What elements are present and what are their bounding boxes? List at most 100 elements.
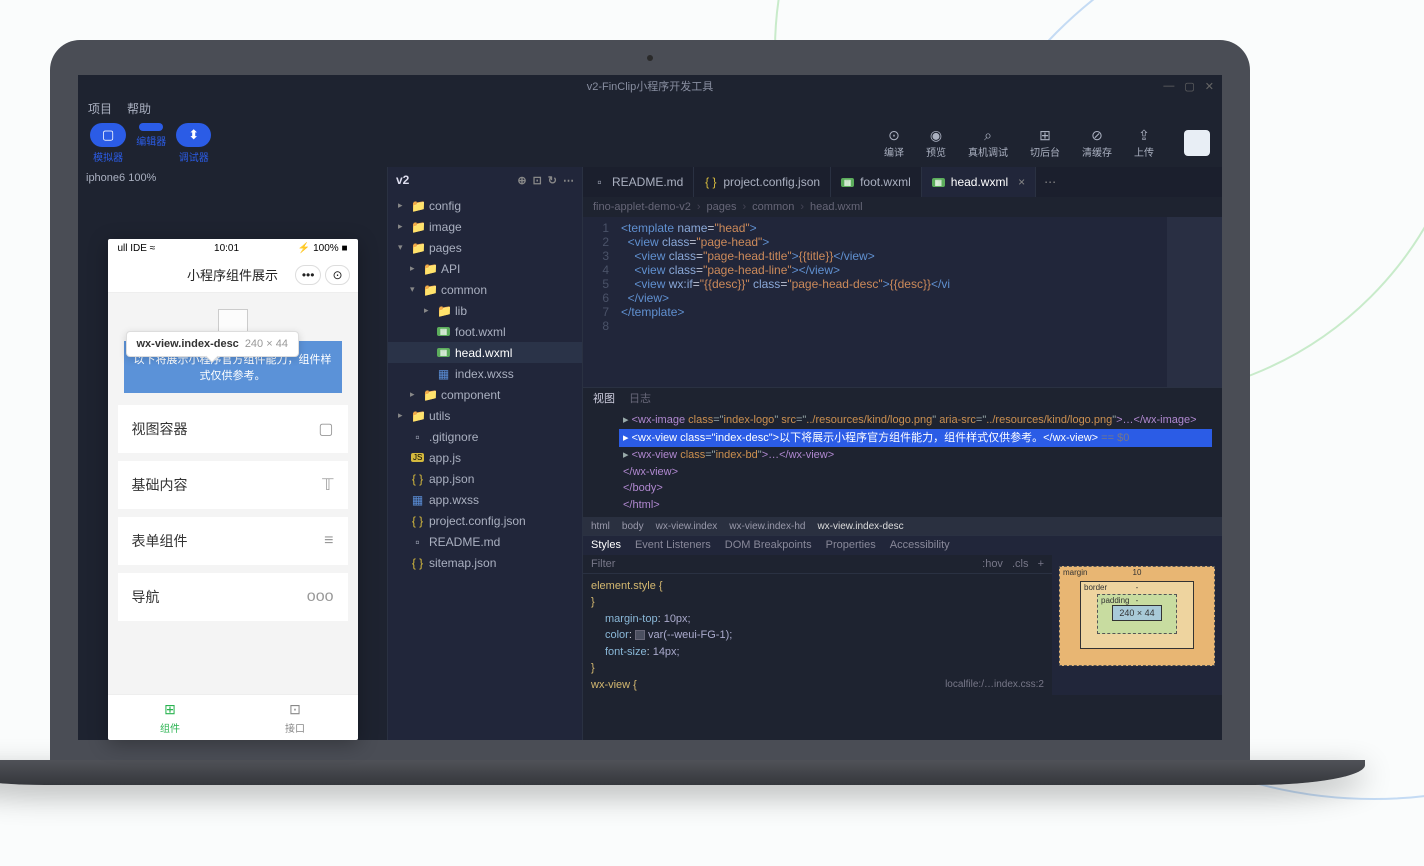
- editor-tab[interactable]: ▫README.md: [583, 167, 694, 197]
- breadcrumb-item[interactable]: head.wxml: [810, 201, 863, 213]
- file-item[interactable]: ▦foot.wxml: [388, 321, 582, 342]
- menu-item[interactable]: 帮助: [127, 100, 151, 117]
- path-item[interactable]: wx-view.index-desc: [817, 521, 903, 532]
- panel-tab[interactable]: 日志: [629, 390, 651, 406]
- phone-navbar: 小程序组件展示 ••• ⊙: [108, 257, 358, 293]
- toolbar-action[interactable]: ⊙编译: [884, 128, 904, 159]
- editor-panel: ▫README.md{ }project.config.json▦foot.wx…: [583, 167, 1222, 740]
- path-item[interactable]: wx-view.index-hd: [729, 521, 805, 532]
- explorer-action-icon[interactable]: ⊕: [517, 174, 526, 187]
- file-tree[interactable]: ▸📁config▸📁image▾📁pages▸📁API▾📁common▸📁lib…: [388, 193, 582, 575]
- editor-tabs: ▫README.md{ }project.config.json▦foot.wx…: [583, 167, 1222, 197]
- file-item[interactable]: ▦app.wxss: [388, 489, 582, 510]
- folder-item[interactable]: ▸📁component: [388, 384, 582, 405]
- styles-tab[interactable]: DOM Breakpoints: [725, 539, 812, 551]
- code-editor[interactable]: 1<template name="head">2 <view class="pa…: [583, 217, 1222, 387]
- list-item[interactable]: 表单组件≡: [118, 517, 348, 565]
- file-item[interactable]: ▦index.wxss: [388, 363, 582, 384]
- file-item[interactable]: ▫README.md: [388, 531, 582, 552]
- editor-tab[interactable]: ▦foot.wxml: [831, 167, 922, 197]
- phone-body[interactable]: wx-view.index-desc240 × 44 以下将展示小程序官方组件能…: [108, 293, 358, 694]
- window-controls[interactable]: — ▢ ✕: [1163, 80, 1214, 93]
- device-label: iphone6 100%: [78, 167, 387, 189]
- element-path[interactable]: html body wx-view.index wx-view.index-hd wx-…: [583, 517, 1222, 535]
- tabbar-item[interactable]: ⊞组件: [108, 695, 233, 740]
- path-item[interactable]: body: [622, 521, 644, 532]
- styles-tab[interactable]: Accessibility: [890, 539, 950, 551]
- folder-item[interactable]: ▸📁API: [388, 258, 582, 279]
- explorer-action-icon[interactable]: ⊡: [533, 174, 542, 187]
- dom-inspector: 视图日志 ▸ <wx-image class="index-logo" src=…: [583, 387, 1222, 535]
- file-item[interactable]: JSapp.js: [388, 447, 582, 468]
- logo-placeholder: [218, 309, 248, 333]
- project-name: v2: [396, 173, 409, 187]
- simulator-panel: iphone6 100% ull IDE ≈ 10:01 ⚡ 100% ■ 小程…: [78, 167, 388, 740]
- explorer-action-icon[interactable]: ⋯: [563, 174, 574, 187]
- breadcrumb-item[interactable]: fino-applet-demo-v2: [593, 201, 691, 213]
- folder-item[interactable]: ▸📁image: [388, 216, 582, 237]
- phone-statusbar: ull IDE ≈ 10:01 ⚡ 100% ■: [108, 239, 358, 257]
- menu-item[interactable]: 项目: [88, 100, 112, 117]
- laptop-frame: v2-FinClip小程序开发工具 — ▢ ✕ 项目帮助 ▢模拟器编辑器⬍调试器…: [50, 40, 1250, 785]
- toolbar-pill[interactable]: 编辑器: [136, 123, 166, 164]
- folder-item[interactable]: ▾📁common: [388, 279, 582, 300]
- breadcrumb-item[interactable]: common: [752, 201, 794, 213]
- toolbar-action[interactable]: ⊘清缓存: [1082, 128, 1112, 159]
- close-icon[interactable]: ✕: [1205, 80, 1214, 93]
- tabs-more[interactable]: ⋯: [1036, 167, 1064, 197]
- tabbar-item[interactable]: ⊡接口: [233, 695, 358, 740]
- phone-simulator[interactable]: ull IDE ≈ 10:01 ⚡ 100% ■ 小程序组件展示 ••• ⊙: [108, 239, 358, 740]
- list-item[interactable]: 基础内容𝕋: [118, 461, 348, 509]
- box-model[interactable]: margin 10 border - padding - 240 × 44: [1052, 536, 1222, 695]
- avatar[interactable]: [1184, 130, 1210, 156]
- min-icon[interactable]: —: [1163, 80, 1174, 93]
- editor-tab[interactable]: { }project.config.json: [694, 167, 831, 197]
- minimap[interactable]: [1167, 217, 1222, 387]
- toolbar-pill[interactable]: ▢模拟器: [90, 123, 126, 164]
- add-rule[interactable]: +: [1038, 558, 1044, 570]
- toolbar-action[interactable]: ⇪上传: [1134, 128, 1154, 159]
- folder-item[interactable]: ▸📁config: [388, 195, 582, 216]
- file-item[interactable]: ▦head.wxml: [388, 342, 582, 363]
- folder-item[interactable]: ▸📁utils: [388, 405, 582, 426]
- toolbar-action[interactable]: ⊞切后台: [1030, 128, 1060, 159]
- folder-item[interactable]: ▸📁lib: [388, 300, 582, 321]
- toolbar: ▢模拟器编辑器 ⬍调试器 ⊙编译 ◉预览 ⌕真机调试 ⊞切后台 ⊘清缓存 ⇪上传: [78, 119, 1222, 167]
- folder-item[interactable]: ▾📁pages: [388, 237, 582, 258]
- path-item[interactable]: html: [591, 521, 610, 532]
- max-icon[interactable]: ▢: [1184, 80, 1194, 93]
- main-area: iphone6 100% ull IDE ≈ 10:01 ⚡ 100% ■ 小程…: [78, 167, 1222, 740]
- file-item[interactable]: { }project.config.json: [388, 510, 582, 531]
- breadcrumb-item[interactable]: pages: [707, 201, 737, 213]
- file-item[interactable]: { }app.json: [388, 468, 582, 489]
- capsule-menu[interactable]: •••: [295, 265, 322, 285]
- styles-tab[interactable]: Event Listeners: [635, 539, 711, 551]
- explorer-header: v2 ⊕ ⊡ ↻ ⋯: [388, 167, 582, 193]
- filter-input[interactable]: Filter: [591, 558, 615, 570]
- styles-panel: Styles Event Listeners DOM Breakpoints Prop…: [583, 535, 1222, 695]
- css-rules[interactable]: element.style {}</span><span class="sel"…: [583, 574, 1052, 695]
- list-item[interactable]: 视图容器▢: [118, 405, 348, 453]
- nav-title: 小程序组件展示: [187, 265, 278, 284]
- styles-tab[interactable]: Styles: [591, 539, 621, 551]
- explorer-action-icon[interactable]: ↻: [548, 174, 557, 187]
- capsule-close[interactable]: ⊙: [325, 265, 349, 285]
- dom-tree[interactable]: ▸ <wx-image class="index-logo" src="../r…: [583, 408, 1222, 517]
- cls-toggle[interactable]: .cls: [1012, 558, 1029, 570]
- file-item[interactable]: ▫.gitignore: [388, 426, 582, 447]
- toolbar-pill[interactable]: ⬍调试器: [176, 123, 211, 164]
- toolbar-action[interactable]: ◉预览: [926, 128, 946, 159]
- list-item[interactable]: 导航ooo: [118, 573, 348, 621]
- file-item[interactable]: { }sitemap.json: [388, 552, 582, 573]
- inspector-tooltip: wx-view.index-desc240 × 44: [126, 331, 299, 357]
- path-item[interactable]: wx-view.index: [656, 521, 718, 532]
- toolbar-action[interactable]: ⌕真机调试: [968, 128, 1008, 159]
- hov-toggle[interactable]: :hov: [982, 558, 1003, 570]
- phone-tabbar: ⊞组件⊡接口: [108, 694, 358, 740]
- editor-tab[interactable]: ▦head.wxml×: [922, 167, 1036, 197]
- panel-tab[interactable]: 视图: [593, 390, 615, 406]
- styles-tab[interactable]: Properties: [826, 539, 876, 551]
- breadcrumbs[interactable]: fino-applet-demo-v2›pages›common›head.wx…: [583, 197, 1222, 217]
- ide-window: v2-FinClip小程序开发工具 — ▢ ✕ 项目帮助 ▢模拟器编辑器⬍调试器…: [78, 75, 1222, 740]
- close-tab-icon[interactable]: ×: [1018, 175, 1025, 189]
